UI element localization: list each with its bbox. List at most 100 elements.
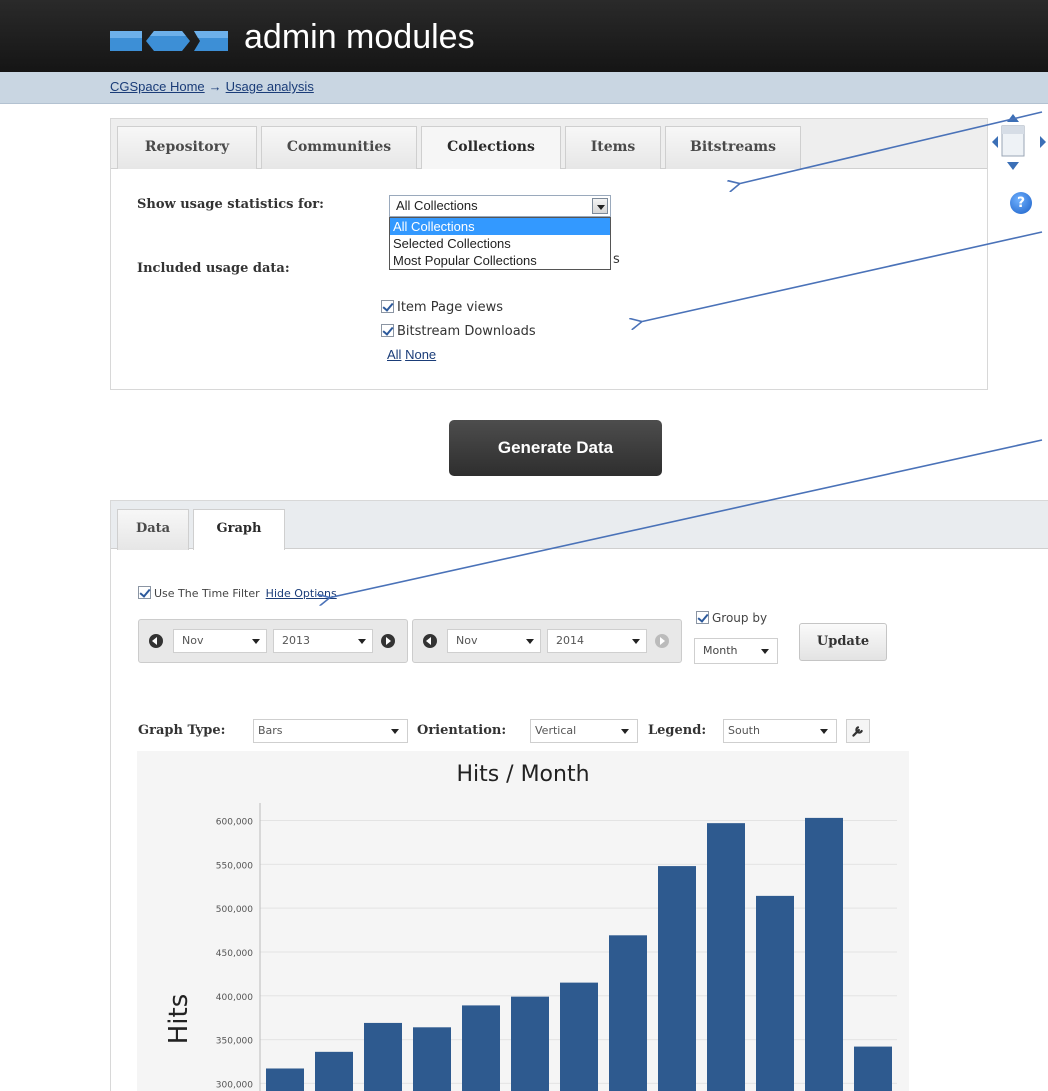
results-panel: Data Graph Use The Time Filter Hide Optio…: [110, 500, 1048, 1091]
chart-bar[interactable]: [854, 1046, 892, 1091]
chart-bar[interactable]: [364, 1022, 402, 1091]
scope-option-most-popular-collections[interactable]: Most Popular Collections: [390, 252, 610, 269]
chart-bar[interactable]: [707, 823, 745, 1091]
previous-arrow-icon[interactable]: [423, 634, 437, 648]
chart-y-tick-label: 400,000: [216, 993, 253, 1003]
from-month-value: Nov: [182, 634, 204, 647]
tab-data[interactable]: Data: [117, 509, 189, 550]
chart-bar[interactable]: [756, 895, 794, 1091]
chevron-down-icon: [391, 729, 399, 734]
chart-bar[interactable]: [511, 996, 549, 1091]
checkbox-label: Bitstream Downloads: [397, 324, 536, 339]
chevron-down-icon: [621, 729, 629, 734]
checkbox-checked-icon: [138, 586, 151, 599]
item-page-views-checkbox[interactable]: Item Page views: [381, 300, 503, 320]
orientation-value: Vertical: [535, 724, 577, 737]
chart-bar[interactable]: [266, 1068, 304, 1091]
time-filter-label: Use The Time Filter: [154, 587, 260, 600]
tab-collections[interactable]: Collections: [421, 126, 561, 171]
select-none-link[interactable]: None: [405, 347, 436, 362]
chart-bar[interactable]: [413, 1027, 451, 1091]
to-month-select[interactable]: Nov: [447, 629, 541, 653]
scope-select[interactable]: All Collections: [389, 195, 611, 217]
chevron-down-icon: [358, 639, 366, 644]
select-all-link[interactable]: All: [387, 347, 401, 362]
orientation-select[interactable]: Vertical: [530, 719, 638, 743]
to-date-range: Nov 2014: [412, 619, 682, 663]
graph-type-label: Graph Type:: [138, 723, 226, 738]
chart-bar[interactable]: [560, 982, 598, 1091]
chart-y-ticks: 250,000300,000350,000400,000450,000500,0…: [216, 818, 253, 1091]
wrench-icon[interactable]: [846, 719, 870, 743]
app-header: admin modules: [0, 0, 1048, 72]
chart-y-tick-label: 550,000: [216, 861, 253, 871]
graph-controls: Graph Type: Bars Orientation: Vertical L…: [138, 719, 878, 743]
usage-stats-panel: Repository Communities Collections Items…: [110, 118, 988, 390]
from-month-select[interactable]: Nov: [173, 629, 267, 653]
graph-type-value: Bars: [258, 724, 283, 737]
previous-arrow-icon[interactable]: [149, 634, 163, 648]
app-title: admin modules: [244, 18, 475, 56]
chevron-down-icon: [761, 649, 769, 654]
chart-bar[interactable]: [462, 1005, 500, 1091]
scope-option-selected-collections[interactable]: Selected Collections: [390, 235, 610, 252]
chart-bar[interactable]: [658, 866, 696, 1091]
breadcrumb-home-link[interactable]: CGSpace Home: [110, 79, 205, 94]
tab-bitstreams[interactable]: Bitstreams: [665, 126, 801, 170]
chart-y-tick-label: 300,000: [216, 1080, 253, 1090]
next-arrow-icon: [655, 634, 669, 648]
chart-y-axis-label: Hits: [164, 994, 194, 1045]
group-by-select[interactable]: Month: [694, 638, 778, 664]
chart-bar[interactable]: [315, 1051, 353, 1091]
included-data-label: Included usage data:: [137, 261, 290, 276]
chart-y-tick-label: 500,000: [216, 905, 253, 915]
bitstream-downloads-checkbox[interactable]: Bitstream Downloads: [381, 324, 536, 344]
next-arrow-icon[interactable]: [381, 634, 395, 648]
to-year-value: 2014: [556, 634, 584, 647]
legend-label: Legend:: [648, 723, 707, 738]
breadcrumb-current-link[interactable]: Usage analysis: [226, 79, 314, 94]
chart-canvas: Hits / Month Hits 250,000300,000350,0004…: [164, 762, 897, 1091]
to-year-select[interactable]: 2014: [547, 629, 647, 653]
update-button[interactable]: Update: [799, 623, 887, 661]
tab-repository[interactable]: Repository: [117, 126, 257, 170]
tab-communities[interactable]: Communities: [261, 126, 417, 170]
time-filter-toggle[interactable]: Use The Time Filter Hide Options: [138, 586, 337, 600]
hide-options-link[interactable]: Hide Options: [266, 587, 337, 600]
from-year-select[interactable]: 2013: [273, 629, 373, 653]
hits-per-month-chart: Hits / Month Hits 250,000300,000350,0004…: [137, 751, 909, 1091]
scope-option-all-collections[interactable]: All Collections: [390, 218, 610, 235]
breadcrumb-bar: CGSpace Home → Usage analysis: [0, 72, 1048, 104]
orientation-label: Orientation:: [417, 723, 507, 738]
group-by-value: Month: [703, 644, 738, 657]
select-links: All None: [387, 347, 436, 362]
chart-bars: [266, 817, 892, 1091]
legend-select[interactable]: South: [723, 719, 837, 743]
tab-items[interactable]: Items: [565, 126, 661, 170]
breadcrumb: CGSpace Home → Usage analysis: [110, 79, 314, 94]
group-by-label: Group by: [712, 611, 768, 625]
chart-bar[interactable]: [609, 935, 647, 1091]
chart-y-tick-label: 450,000: [216, 949, 253, 959]
chart-title: Hits / Month: [456, 762, 589, 787]
checkbox-checked-icon: [381, 324, 394, 337]
from-year-value: 2013: [282, 634, 310, 647]
stats-form: Show usage statistics for: Included usag…: [111, 169, 987, 389]
from-date-range: Nov 2013: [138, 619, 408, 663]
chart-y-tick-label: 600,000: [216, 818, 253, 828]
generate-data-button[interactable]: Generate Data: [449, 420, 662, 476]
legend-value: South: [728, 724, 760, 737]
chart-bar[interactable]: [805, 817, 843, 1091]
scope-select-value: All Collections: [396, 198, 478, 213]
hidden-checkbox-label-fragment: s: [613, 252, 620, 267]
chevron-down-icon[interactable]: [592, 198, 608, 214]
chevron-down-icon: [632, 639, 640, 644]
graph-type-select[interactable]: Bars: [253, 719, 408, 743]
checkbox-checked-icon: [696, 611, 709, 624]
scope-label: Show usage statistics for:: [137, 197, 324, 212]
help-icon[interactable]: ?: [1010, 192, 1032, 214]
group-by-checkbox[interactable]: Group by: [696, 611, 767, 625]
pan-navigation-icon[interactable]: [990, 110, 1048, 174]
tab-graph[interactable]: Graph: [193, 509, 285, 550]
results-tab-bar: Data Graph: [111, 501, 1048, 550]
